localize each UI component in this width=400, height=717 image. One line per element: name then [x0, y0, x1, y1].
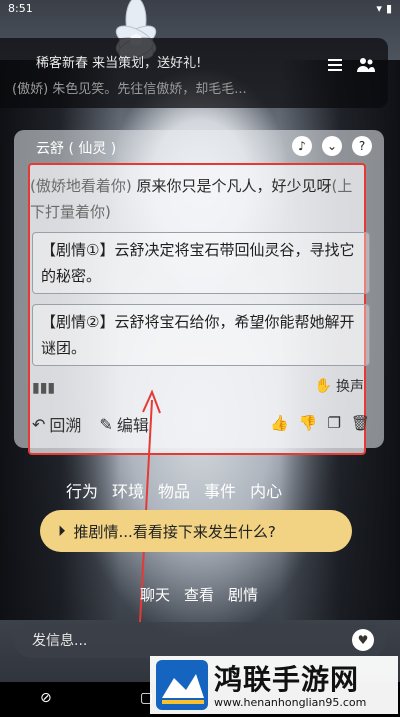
story-option-1[interactable]: 【剧情①】云舒决定将宝石带回仙灵谷，寻找它的秘密。	[32, 232, 370, 294]
wifi-icon: ▾	[376, 2, 382, 15]
announcement-banner[interactable]: 稀客新春 来当策划，送好礼! (傲娇) 朱色见笑。先往信傲娇，却毛毛...	[0, 38, 388, 108]
edit-label: 编辑	[116, 416, 149, 435]
message-input[interactable]	[30, 628, 334, 654]
users-icon[interactable]	[356, 56, 376, 74]
watermark-logo	[156, 660, 208, 710]
tab-story[interactable]: 剧情	[228, 584, 258, 605]
category-tabs: 行为 环境 物品 事件 内心	[66, 478, 282, 502]
delete-icon[interactable]: 🗑	[351, 414, 370, 432]
chevron-down-icon[interactable]: ⌄	[322, 136, 342, 156]
switch-voice-button[interactable]: ✋ 换声	[315, 376, 364, 396]
compass-icon[interactable]: ⊘	[40, 690, 52, 706]
switch-voice-label: 换声	[336, 379, 364, 395]
category-tab[interactable]: 行为	[66, 478, 98, 502]
voice-change-icon: ✋	[314, 378, 332, 394]
status-icons: ▾ ▮	[376, 2, 392, 15]
music-icon[interactable]: ♪	[292, 136, 312, 156]
push-story-label: 推剧情...看看接下来发生什么?	[73, 522, 276, 541]
watermark-title: 鸿联手游网	[214, 663, 360, 696]
bottom-tabs: 聊天 查看 剧情	[140, 584, 258, 605]
story-option-2[interactable]: 【剧情②】云舒将宝石给你，希望你能帮她解开谜团。	[32, 304, 370, 366]
watermark: 鸿联手游网 www.henanhonglian95.com	[150, 656, 398, 714]
category-tab[interactable]: 事件	[204, 478, 236, 502]
banner-line-1: 稀客新春 来当策划，送好礼!	[36, 56, 202, 71]
thumbs-down-icon[interactable]: 👎	[299, 414, 318, 432]
category-tab[interactable]: 物品	[158, 478, 190, 502]
banner-line-2: (傲娇) 朱色见笑。先往信傲娇，却毛毛...	[12, 82, 247, 97]
menu-icon[interactable]	[326, 56, 344, 74]
character-name: 云舒 ( 仙灵 )	[36, 141, 117, 157]
status-time: 8:51	[8, 2, 33, 15]
status-bar: 8:51 ▾ ▮	[0, 0, 400, 18]
voice-play-icon[interactable]: ▮▮▮	[32, 380, 55, 396]
message-action-1: (傲娇地看着你)	[30, 177, 132, 195]
tab-chat[interactable]: 聊天	[140, 584, 170, 605]
help-icon[interactable]: ?	[352, 136, 372, 156]
play-pause-icon: ⏵	[58, 522, 66, 540]
rewind-label: 回溯	[49, 416, 82, 435]
battery-icon: ▮	[385, 2, 392, 15]
rewind-button[interactable]: ↶ 回溯	[32, 412, 81, 436]
feedback-icons: 👍 👎 ❐ 🗑	[270, 414, 370, 432]
copy-icon[interactable]: ❐	[328, 414, 341, 432]
message-text: 原来你只是个凡人，好少见呀	[131, 177, 332, 195]
tab-view[interactable]: 查看	[184, 584, 214, 605]
thumbs-up-icon[interactable]: 👍	[270, 414, 289, 432]
edit-icon: ✎	[99, 414, 113, 434]
message-actions: ↶ 回溯 ✎ 编辑	[32, 412, 149, 436]
push-story-button[interactable]: ⏵ 推剧情...看看接下来发生什么?	[40, 510, 352, 552]
banner-icons	[326, 56, 376, 74]
edit-button[interactable]: ✎ 编辑	[99, 412, 148, 436]
message-input-bar: ♥	[14, 622, 386, 658]
heart-icon[interactable]: ♥	[352, 629, 374, 651]
category-tab[interactable]: 内心	[250, 478, 282, 502]
character-message: (傲娇地看着你) 原来你只是个凡人，好少见呀(上下打量着你)	[30, 173, 360, 225]
watermark-url: www.henanhonglian95.com	[214, 696, 367, 709]
rewind-icon: ↶	[32, 414, 46, 434]
card-icon-group: ♪ ⌄ ?	[292, 136, 372, 156]
category-tab[interactable]: 环境	[112, 478, 144, 502]
